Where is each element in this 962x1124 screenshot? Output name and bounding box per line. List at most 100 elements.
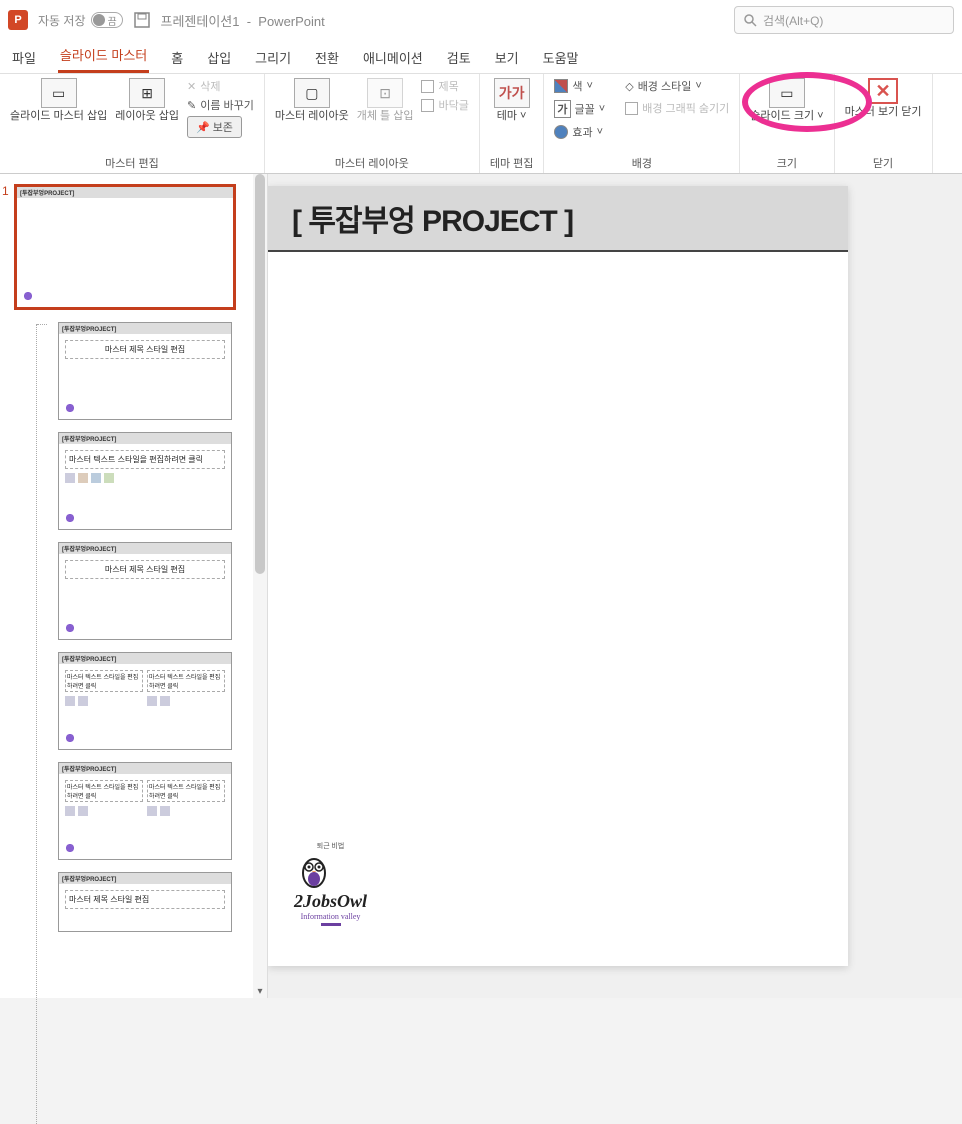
thumb-text-placeholder: 마스터 텍스트 스타일을 편집하려면 클릭: [147, 670, 225, 692]
slide-title[interactable]: [ 투잡부엉 PROJECT ]: [292, 196, 824, 240]
colors-dropdown[interactable]: 색 ˅: [554, 78, 605, 94]
background-styles-dropdown[interactable]: ◇ 배경 스타일 ˅: [625, 78, 729, 94]
ribbon: ▭ 슬라이드 마스터 삽입 ⊞ 레이아웃 삽입 ✕ 삭제 ✎ 이름 바꾸기 📌: [0, 74, 962, 174]
close-master-view-button[interactable]: ✕ 마스터 보기 닫기: [845, 78, 922, 119]
checkbox-icon: [421, 99, 434, 112]
menu-review[interactable]: 검토: [445, 42, 473, 73]
group-label: 마스터 편집: [105, 155, 159, 171]
save-icon[interactable]: [133, 11, 151, 29]
thumb-content-icons: [147, 696, 225, 706]
close-icon: ✕: [868, 78, 898, 104]
ribbon-group-close: ✕ 마스터 보기 닫기 닫기: [835, 74, 933, 173]
search-input[interactable]: 검색(Alt+Q): [734, 6, 954, 34]
preserve-button[interactable]: 📌 보존: [187, 116, 254, 138]
menu-bar: 파일 슬라이드 마스터 홈 삽입 그리기 전환 애니메이션 검토 보기 도움말: [0, 40, 962, 74]
search-icon: [743, 13, 757, 27]
bg-styles-icon: ◇: [625, 80, 633, 93]
layout-thumbnail[interactable]: [투잡부엉PROJECT] 마스터 텍스트 스타일을 편집하려면 클릭 마스터 …: [58, 762, 232, 860]
title-bar: P 자동 저장 끔 프레젠테이션1 - PowerPoint 검색(Alt+Q): [0, 0, 962, 40]
master-thumbnail[interactable]: [투잡부엉PROJECT]: [14, 184, 236, 310]
menu-view[interactable]: 보기: [493, 42, 521, 73]
menu-slide-master[interactable]: 슬라이드 마스터: [58, 39, 149, 73]
insert-layout-button[interactable]: ⊞ 레이아웃 삽입: [115, 78, 179, 123]
thumb-text-placeholder: 마스터 텍스트 스타일을 편집하려면 클릭: [65, 450, 225, 469]
menu-file[interactable]: 파일: [10, 42, 38, 73]
toggle-track[interactable]: 끔: [91, 12, 123, 28]
layout-thumbnail[interactable]: [투잡부엉PROJECT] 마스터 제목 스타일 편집: [58, 542, 232, 640]
title-checkbox: 제목: [421, 78, 468, 94]
menu-home[interactable]: 홈: [169, 42, 185, 73]
owl-logo-mini: [21, 289, 35, 303]
thumb-title-placeholder: 마스터 제목 스타일 편집: [65, 890, 225, 909]
rename-icon: ✎: [187, 99, 196, 112]
fonts-icon: 가: [554, 100, 570, 118]
owl-logo-mini: [63, 731, 77, 745]
group-label: 닫기: [873, 155, 893, 171]
layout-thumbnail[interactable]: [투잡부엉PROJECT] 마스터 제목 스타일 편집: [58, 322, 232, 420]
owl-icon: [294, 851, 334, 891]
thumb-text-placeholder: 마스터 텍스트 스타일을 편집하려면 클릭: [65, 670, 143, 692]
thumb-header: [투잡부엉PROJECT]: [59, 433, 231, 444]
slide-size-button[interactable]: ▭ 슬라이드 크기 ˅: [750, 78, 823, 123]
owl-logo-mini: [63, 621, 77, 635]
toggle-state: 끔: [108, 13, 117, 28]
thumb-title-placeholder: 마스터 제목 스타일 편집: [65, 340, 225, 359]
thumb-text-placeholder: 마스터 텍스트 스타일을 편집하려면 클릭: [147, 780, 225, 802]
thumbnail-scrollbar[interactable]: ▴ ▾: [253, 174, 267, 998]
thumb-header: [투잡부엉PROJECT]: [17, 187, 233, 198]
group-label: 크기: [777, 155, 797, 171]
menu-animations[interactable]: 애니메이션: [361, 42, 425, 73]
ribbon-group-master-layout: ▢ 마스터 레이아웃 ⊡ 개체 틀 삽입 제목 바닥글 마스터 레이아웃: [265, 74, 480, 173]
thumb-text-placeholder: 마스터 텍스트 스타일을 편집하려면 클릭: [65, 780, 143, 802]
group-label: 테마 편집: [490, 155, 534, 171]
group-label: 배경: [632, 155, 652, 171]
owl-logo-mini: [63, 841, 77, 855]
master-layout-icon: ▢: [294, 78, 330, 108]
master-layout-button[interactable]: ▢ 마스터 레이아웃: [275, 78, 349, 123]
layout-thumbnail[interactable]: [투잡부엉PROJECT] 마스터 텍스트 스타일을 편집하려면 클릭: [58, 432, 232, 530]
scroll-thumb[interactable]: [255, 174, 265, 574]
insert-slide-master-button[interactable]: ▭ 슬라이드 마스터 삽입: [10, 78, 107, 123]
menu-help[interactable]: 도움말: [541, 42, 581, 73]
thumb-content-icons: [65, 806, 143, 816]
layout-thumbnail[interactable]: [투잡부엉PROJECT] 마스터 제목 스타일 편집: [58, 872, 232, 932]
footers-checkbox: 바닥글: [421, 97, 468, 113]
slide-canvas[interactable]: [ 투잡부엉 PROJECT ] 퇴근 비법 2JobsOwl Informat…: [268, 174, 962, 998]
checkbox-icon: [625, 102, 638, 115]
layout-icon: ⊞: [129, 78, 165, 108]
layout-thumbnail[interactable]: [투잡부엉PROJECT] 마스터 텍스트 스타일을 편집하려면 클릭 마스터 …: [58, 652, 232, 750]
autosave-toggle[interactable]: 자동 저장 끔: [38, 12, 123, 29]
slide-logo: 퇴근 비법 2JobsOwl Information valley: [294, 841, 367, 926]
effects-dropdown[interactable]: 효과 ˅: [554, 124, 605, 140]
thumb-header: [투잡부엉PROJECT]: [59, 763, 231, 774]
ribbon-group-theme-edit: 가가 테마 ˅ 테마 편집: [480, 74, 545, 173]
owl-logo-mini: [63, 511, 77, 525]
slide-master-icon: ▭: [41, 78, 77, 108]
ribbon-group-background: 색 ˅ 가 글꼴 ˅ 효과 ˅ ◇ 배경 스타일 ˅ 배경 그래: [544, 74, 740, 173]
menu-draw[interactable]: 그리기: [253, 42, 293, 73]
slide-size-icon: ▭: [769, 78, 805, 108]
fonts-dropdown[interactable]: 가 글꼴 ˅: [554, 100, 605, 118]
rename-button[interactable]: ✎ 이름 바꾸기: [187, 97, 254, 113]
delete-icon: ✕: [187, 80, 196, 93]
thumb-header: [투잡부엉PROJECT]: [59, 323, 231, 334]
thumb-header: [투잡부엉PROJECT]: [59, 873, 231, 884]
logo-text: 2JobsOwl: [294, 891, 367, 912]
work-area: 1 [투잡부엉PROJECT] [투잡부엉PROJECT] 마스터 제목 스타일…: [0, 174, 962, 998]
scroll-down-arrow[interactable]: ▾: [255, 986, 265, 998]
thumbnail-list[interactable]: [투잡부엉PROJECT] [투잡부엉PROJECT] 마스터 제목 스타일 편…: [0, 174, 253, 998]
delete-button: ✕ 삭제: [187, 78, 254, 94]
slide-master-preview[interactable]: [ 투잡부엉 PROJECT ] 퇴근 비법 2JobsOwl Informat…: [268, 186, 848, 966]
thumb-content-icons: [65, 473, 225, 483]
app-icon: P: [8, 10, 28, 30]
placeholder-icon: ⊡: [367, 78, 403, 108]
toggle-knob: [93, 14, 105, 26]
search-placeholder: 검색(Alt+Q): [763, 12, 823, 29]
group-label: 마스터 레이아웃: [335, 155, 409, 171]
menu-transitions[interactable]: 전환: [313, 42, 341, 73]
ribbon-group-master-edit: ▭ 슬라이드 마스터 삽입 ⊞ 레이아웃 삽입 ✕ 삭제 ✎ 이름 바꾸기 📌: [0, 74, 265, 173]
themes-button[interactable]: 가가 테마 ˅: [494, 78, 530, 123]
thumb-header: [투잡부엉PROJECT]: [59, 653, 231, 664]
status-bar: [0, 998, 962, 1014]
menu-insert[interactable]: 삽입: [205, 42, 233, 73]
